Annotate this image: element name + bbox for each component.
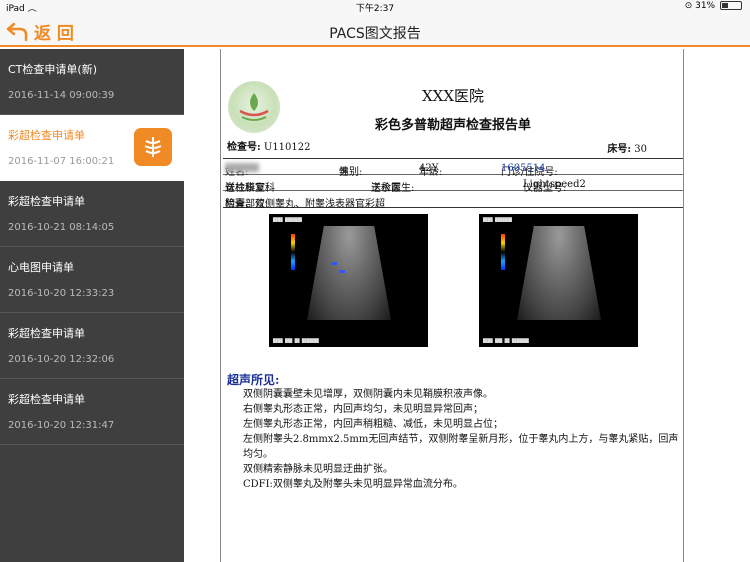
sidebar-item-date: 2016-10-21 08:14:05 — [8, 222, 115, 233]
findings-line: 双侧精索静脉未见明显迂曲扩张。 — [243, 464, 393, 475]
sidebar-item-date: 2016-11-14 09:00:39 — [8, 90, 115, 101]
battery-icon — [720, 1, 742, 10]
hospital-name: XXX医院 — [421, 87, 485, 105]
sidebar-item[interactable]: 心电图申请单 2016-10-20 12:33:23 — [0, 247, 184, 313]
info-row-site: 检查部位: 阴囊、双侧睾丸、附睾浅表器官彩超 — [225, 199, 385, 210]
sidebar-item-title: 心电图申请单 — [8, 261, 74, 274]
nav-bar: 返 回 PACS图文报告 — [0, 14, 750, 47]
findings-line: CDFI:双侧睾丸及附睾头未见明显异常血流分布。 — [243, 479, 463, 490]
lock-rotation-icon: ⊙ — [684, 1, 693, 11]
status-bar: iPad ︵ 下午2:37 ⊙ 31% — [0, 0, 750, 14]
ultrasound-icon — [134, 128, 172, 166]
page-title: PACS图文报告 — [329, 26, 421, 42]
sidebar-item-title: 彩超检查申请单 — [8, 129, 85, 142]
battery-indicator: ⊙ 31% — [685, 1, 742, 11]
sidebar-item-date: 2016-11-07 16:00:21 — [8, 156, 115, 167]
bed-number: 床号: 30 — [607, 144, 647, 155]
findings-text: 双侧阴囊囊壁未见增厚，双侧阴囊内未见鞘膜积液声像。 右侧睾丸形态正常，内回声均匀… — [243, 387, 683, 492]
patient-name-redacted — [225, 163, 259, 172]
sidebar-item-title: CT检查申请单(新) — [8, 63, 97, 76]
status-time: 下午2:37 — [355, 4, 395, 14]
ultrasound-image-2[interactable]: ████ ███████ ████ ███ ██ ███████ — [479, 214, 638, 347]
info-row-dept: 送检科室: 脊柱康复科 送检医生: 王永霞 仪器型号: Lightspeed2 — [223, 175, 683, 194]
sidebar-item-title: 彩超检查申请单 — [8, 195, 85, 208]
sidebar: CT检查申请单(新) 2016-11-14 09:00:39 彩超检查申请单 2… — [0, 49, 184, 562]
exam-number: 检查号: U110122 — [227, 142, 311, 153]
findings-title: 超声所见: — [227, 373, 280, 387]
sidebar-item-title: 彩超检查申请单 — [8, 393, 85, 406]
findings-line: 左侧睾丸形态正常，内回声稍粗糙、减低，未见明显占位； — [243, 419, 503, 430]
sidebar-item-date: 2016-10-20 12:32:06 — [8, 354, 115, 365]
sidebar-item[interactable]: 彩超检查申请单 2016-10-20 12:31:47 — [0, 379, 184, 445]
ultrasound-image-1[interactable]: ████ ███████ ████ ███ ██ ███████ — [269, 214, 428, 347]
sidebar-item[interactable]: 彩超检查申请单 2016-10-21 08:14:05 — [0, 181, 184, 247]
findings-line: 双侧阴囊囊壁未见增厚，双侧阴囊内未见鞘膜积液声像。 — [243, 389, 493, 400]
info-row-patient: 姓名: 性别: 男 年龄: 42Y 门诊/住院号: 1605514 — [223, 159, 683, 178]
report-paper: XXX医院 彩色多普勒超声检查报告单 检查号: U110122 床号: 30 姓… — [220, 49, 684, 562]
sidebar-item[interactable]: 彩超检查申请单 2016-10-20 12:32:06 — [0, 313, 184, 379]
sidebar-item-date: 2016-10-20 12:33:23 — [8, 288, 115, 299]
sidebar-item[interactable]: CT检查申请单(新) 2016-11-14 09:00:39 — [0, 49, 184, 115]
report-title: 彩色多普勒超声检查报告单 — [374, 118, 531, 133]
sidebar-item-date: 2016-10-20 12:31:47 — [8, 420, 115, 431]
findings-line: 左侧附睾头2.8mmx2.5mm无回声结节，双侧附睾呈新月形，位于睾丸内上方，与… — [243, 434, 679, 460]
sidebar-item-title: 彩超检查申请单 — [8, 327, 85, 340]
findings-line: 右侧睾丸形态正常，内回声均匀，未见明显异常回声； — [243, 404, 483, 415]
report-content[interactable]: XXX医院 彩色多普勒超声检查报告单 检查号: U110122 床号: 30 姓… — [184, 49, 750, 562]
patient-info-table: 姓名: 性别: 男 年龄: 42Y 门诊/住院号: 1605514 送检科室: 脊… — [223, 158, 683, 210]
sidebar-item-active[interactable]: 彩超检查申请单 2016-11-07 16:00:21 — [0, 115, 184, 181]
